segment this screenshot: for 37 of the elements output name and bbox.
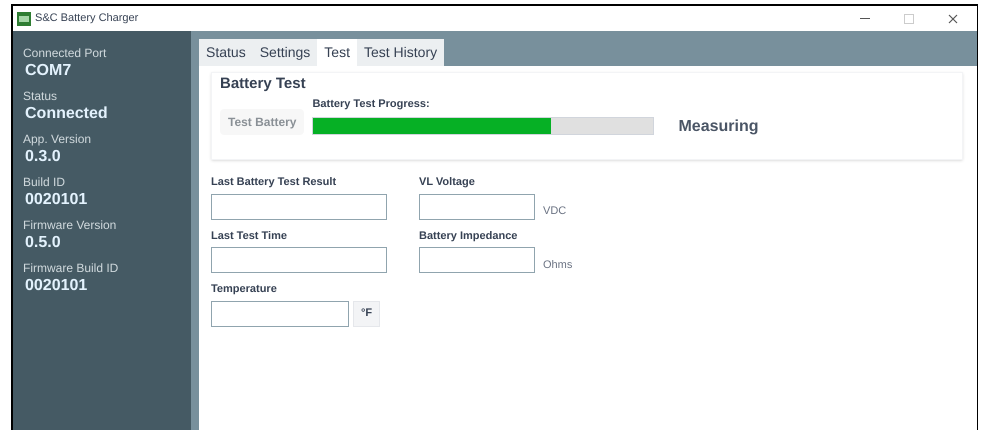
info-label: Firmware Version bbox=[23, 218, 118, 233]
tab[interactable]: Test History bbox=[356, 39, 444, 66]
unit-label: VDC bbox=[543, 204, 566, 219]
unit-button[interactable]: °F bbox=[353, 300, 380, 326]
info-label: Status bbox=[23, 89, 58, 104]
info-label: Firmware Build ID bbox=[23, 261, 120, 276]
info-value: 0020101 bbox=[24, 276, 88, 296]
maximize-icon bbox=[904, 14, 914, 24]
input-field[interactable] bbox=[211, 300, 349, 326]
info-value: 0.3.0 bbox=[24, 147, 62, 167]
field-label: Last Battery Test Result bbox=[211, 175, 338, 190]
tab[interactable]: Status bbox=[199, 39, 253, 66]
field-label: Battery Impedance bbox=[419, 228, 518, 244]
input-field[interactable] bbox=[419, 194, 535, 220]
test-status: Measuring bbox=[678, 117, 758, 137]
info-value: Connected bbox=[24, 104, 109, 124]
tab[interactable]: Settings bbox=[252, 39, 318, 66]
minimize-icon bbox=[860, 18, 870, 20]
input-field[interactable] bbox=[211, 194, 387, 220]
app-icon bbox=[17, 12, 31, 26]
section-title: Battery Test bbox=[220, 74, 307, 94]
unit-label: Ohms bbox=[543, 258, 572, 272]
field-label: Last Test Time bbox=[211, 228, 288, 244]
info-value: COM7 bbox=[24, 61, 72, 81]
input-field[interactable] bbox=[419, 247, 535, 273]
tab[interactable]: Test bbox=[317, 39, 357, 66]
field-label: VL Voltage bbox=[419, 175, 476, 190]
info-label: Build ID bbox=[23, 175, 66, 190]
window-title: S&C Battery Charger bbox=[35, 11, 138, 26]
info-label: App. Version bbox=[23, 132, 92, 147]
close-icon bbox=[948, 14, 958, 24]
info-label: Connected Port bbox=[23, 46, 108, 61]
field-label: Temperature bbox=[211, 282, 278, 297]
progress-label: Battery Test Progress: bbox=[312, 96, 431, 112]
input-field[interactable] bbox=[211, 247, 387, 273]
info-value: 0020101 bbox=[24, 190, 88, 210]
info-value: 0.5.0 bbox=[24, 233, 62, 253]
